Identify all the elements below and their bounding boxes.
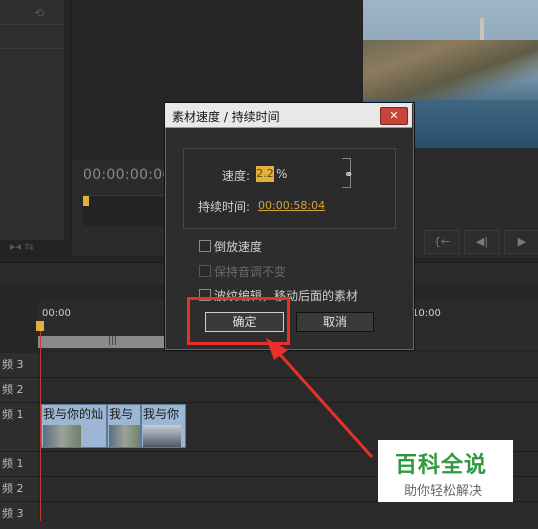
watermark-subtitle: 助你轻松解决: [404, 484, 483, 499]
watermark-title: 百科全说: [395, 453, 488, 478]
